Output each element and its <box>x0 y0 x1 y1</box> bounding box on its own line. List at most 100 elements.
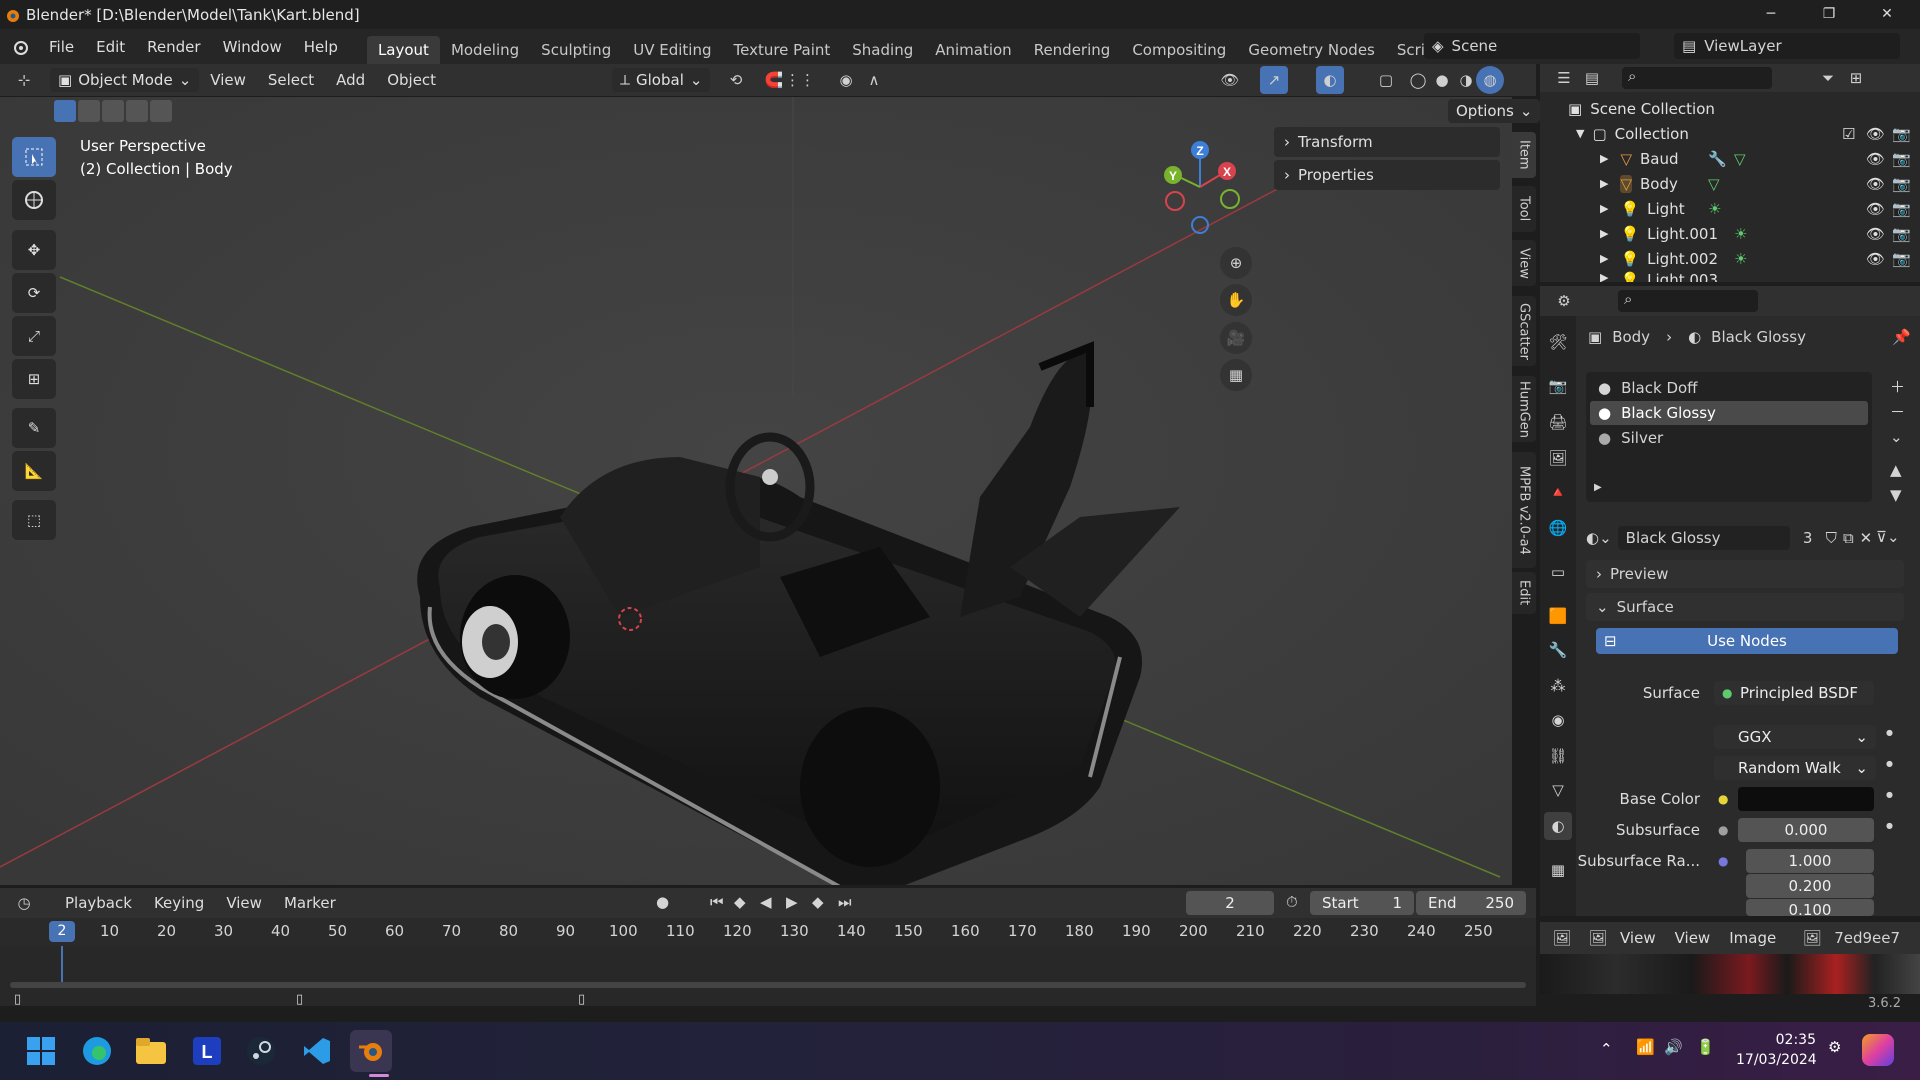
outliner-search-input[interactable]: ⌕ <box>1622 67 1772 89</box>
select-intersect-icon[interactable] <box>150 100 172 122</box>
rotate-tool[interactable]: ⟳ <box>12 273 56 313</box>
image-preview[interactable] <box>1540 954 1920 994</box>
battery-icon[interactable]: 🔋 <box>1696 1038 1715 1056</box>
viewport-menu-view[interactable]: View <box>199 71 257 89</box>
npanel-tab-item[interactable]: Item <box>1512 132 1536 178</box>
add-cube-tool[interactable]: ⬚ <box>12 500 56 540</box>
start-frame-field[interactable]: Start 1 <box>1310 891 1414 915</box>
edge-icon[interactable] <box>76 1030 118 1072</box>
image-editor-type-icon[interactable]: 🖼 <box>1548 924 1576 952</box>
modifier-tab-icon[interactable]: 🔧 <box>1544 636 1572 664</box>
wifi-icon[interactable]: 📶 <box>1636 1038 1655 1056</box>
world-tab-icon[interactable]: 🌐 <box>1544 514 1572 542</box>
tab-sculpting[interactable]: Sculpting <box>530 36 622 64</box>
outliner-item-body[interactable]: ▶ ▽ Body ▽ 👁 📷 <box>1540 171 1920 196</box>
new-collection-icon[interactable]: ⊞ <box>1842 64 1870 92</box>
tool-tab-icon[interactable]: 🛠 <box>1544 328 1572 356</box>
proportional-edit-icon[interactable]: ◉ <box>832 66 860 94</box>
surface-shader-field[interactable]: ● Principled BSDF <box>1714 681 1874 705</box>
outliner-item-light[interactable]: ▶ 💡 Light ☀ 👁 📷 <box>1540 196 1920 221</box>
play-reverse-icon[interactable]: ◀ <box>760 893 772 911</box>
outliner-collection[interactable]: ▼ ▢ Collection ☑ 👁 📷 <box>1540 121 1920 146</box>
start-icon[interactable] <box>20 1030 62 1072</box>
xray-icon[interactable]: ▢ <box>1372 66 1400 94</box>
prev-keyframe-icon[interactable]: ◆ <box>734 893 746 911</box>
npanel-tab-mpfb[interactable]: MPFB v2.0-a4 <box>1512 452 1536 568</box>
select-new-icon[interactable] <box>54 100 76 122</box>
options-dropdown[interactable]: Options ⌄ <box>1448 99 1541 123</box>
pin-icon[interactable]: 📌 <box>1892 328 1911 346</box>
subsurface-radius-x[interactable]: 1.000 <box>1746 849 1874 873</box>
rendered-shading-icon[interactable]: ◍ <box>1476 66 1504 94</box>
material-browse-icon[interactable]: ◐⌄ <box>1586 529 1612 547</box>
timeline-editor-icon[interactable]: ◷ <box>10 889 38 917</box>
output-tab-icon[interactable]: 🖨 <box>1544 408 1572 436</box>
move-up-icon[interactable]: ▲ <box>1890 461 1902 479</box>
collection-tab-icon[interactable]: ▭ <box>1544 558 1572 586</box>
pivot-icon[interactable]: ⟲ <box>722 66 750 94</box>
fake-user-icon[interactable]: ⛉ <box>1826 529 1837 547</box>
subsurface-radius-y[interactable]: 0.200 <box>1746 874 1874 898</box>
menu-file[interactable]: File <box>38 38 85 56</box>
maximize-button[interactable]: ❐ <box>1806 0 1852 29</box>
camera-render-icon[interactable]: 📷 <box>1892 250 1911 268</box>
snap-icon[interactable]: 🧲 <box>760 66 788 94</box>
gizmo-toggle-icon[interactable]: ↗ <box>1260 66 1288 94</box>
frame-ruler[interactable]: 2 10 20 30 40 50 60 70 80 90 100 110 120… <box>0 918 1536 946</box>
subsurface-method-dropdown[interactable]: Random Walk ⌄ <box>1714 756 1876 780</box>
select-invert-icon[interactable] <box>126 100 148 122</box>
image-name[interactable]: 7ed9ee7 <box>1834 929 1900 947</box>
particles-tab-icon[interactable]: ⁂ <box>1544 672 1572 700</box>
move-down-icon[interactable]: ▼ <box>1890 486 1902 504</box>
timeline-menu-keying[interactable]: Keying <box>143 894 215 912</box>
image-menu-image[interactable]: Image <box>1729 929 1776 947</box>
tab-geometry-nodes[interactable]: Geometry Nodes <box>1237 36 1386 64</box>
tab-uv-editing[interactable]: UV Editing <box>622 36 722 64</box>
tab-animation[interactable]: Animation <box>924 36 1022 64</box>
close-button[interactable]: ✕ <box>1864 0 1910 29</box>
camera-render-icon[interactable]: 📷 <box>1892 225 1911 243</box>
subsurface-value-field[interactable]: 0.000 <box>1738 818 1874 842</box>
perspective-toggle-icon[interactable]: ▦ <box>1220 359 1252 391</box>
eye-icon[interactable]: 👁 <box>1866 125 1885 143</box>
end-frame-field[interactable]: End 250 <box>1416 891 1526 915</box>
tab-layout[interactable]: Layout <box>366 36 440 64</box>
notification-icon[interactable]: ⚙ <box>1828 1038 1841 1056</box>
eye-icon[interactable]: 👁 <box>1866 225 1885 243</box>
zoom-icon[interactable]: ⊕ <box>1220 247 1252 279</box>
select-box-tool[interactable] <box>12 137 56 177</box>
timeline-menu-view[interactable]: View <box>215 894 273 912</box>
measure-tool[interactable]: 📐 <box>12 451 56 491</box>
material-users-count[interactable]: 3 <box>1796 529 1820 547</box>
explorer-icon[interactable] <box>130 1030 172 1072</box>
viewport-menu-add[interactable]: Add <box>325 71 376 89</box>
camera-render-icon[interactable]: 📷 <box>1892 150 1911 168</box>
material-slot-item[interactable]: ● Silver <box>1590 426 1868 450</box>
npanel-tab-gscatter[interactable]: GScatter <box>1512 296 1536 366</box>
physics-tab-icon[interactable]: ◉ <box>1544 706 1572 734</box>
outliner-item-light-003[interactable]: ▶ 💡 Light.003 <box>1540 271 1920 282</box>
npanel-properties[interactable]: › Properties <box>1274 160 1500 190</box>
3d-viewport[interactable]: User Perspective (2) Collection | Body ✥… <box>0 97 1512 885</box>
tab-shading[interactable]: Shading <box>841 36 924 64</box>
blender-menu-icon[interactable] <box>10 38 30 56</box>
cursor-tool[interactable] <box>12 180 56 220</box>
steam-icon[interactable] <box>240 1030 282 1072</box>
volume-icon[interactable]: 🔊 <box>1664 1038 1683 1056</box>
timeline-scrollbar[interactable] <box>10 982 1526 988</box>
mode-dropdown[interactable]: ▣ Object Mode ⌄ <box>50 68 200 92</box>
scene-tab-icon[interactable]: 🔺 <box>1544 478 1572 506</box>
list-expand-icon[interactable]: ▶ <box>1594 482 1602 493</box>
npanel-tab-tool[interactable]: Tool <box>1512 186 1536 232</box>
npanel-tab-edit[interactable]: Edit <box>1512 572 1536 614</box>
menu-window[interactable]: Window <box>212 38 293 56</box>
eye-icon[interactable]: 👁 <box>1866 175 1885 193</box>
npanel-tab-view[interactable]: View <box>1512 240 1536 286</box>
copilot-icon[interactable] <box>1862 1034 1894 1066</box>
playhead-frame-badge[interactable]: 2 <box>49 921 75 942</box>
preview-panel-header[interactable]: › Preview <box>1586 560 1904 588</box>
material-name-field[interactable]: Black Glossy <box>1617 526 1790 550</box>
tab-rendering[interactable]: Rendering <box>1023 36 1122 64</box>
duplicate-icon[interactable]: ⧉ <box>1843 529 1854 547</box>
material-slot-item[interactable]: ● Black Doff <box>1590 376 1868 400</box>
